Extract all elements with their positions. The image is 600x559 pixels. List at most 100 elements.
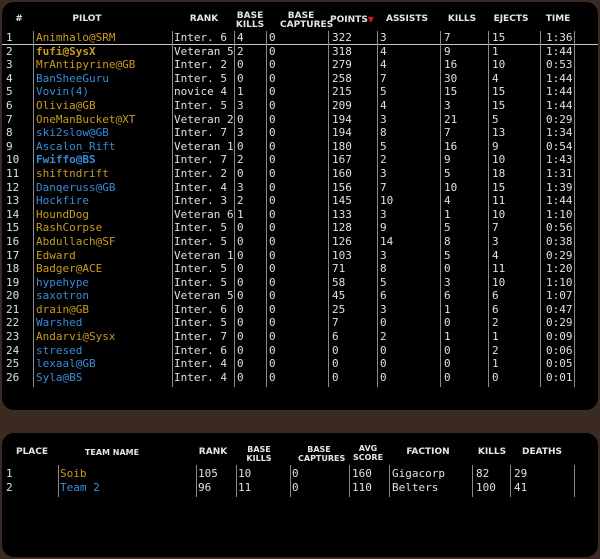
team-row[interactable]: 2 Team 2 96 11 0 110 Belters 100 41 [2,481,598,495]
column-divider [266,31,267,387]
header-rank[interactable]: RANK [182,15,226,24]
cell-time: 0:29 [546,316,573,330]
table-row[interactable]: 6 Olivia@GB Inter. 5 3 0 209 4 3 15 1:44 [2,99,598,113]
cell-assists: 9 [380,221,387,235]
table-row[interactable]: 17 Edward Veteran 1 0 0 103 3 5 4 0:29 [2,249,598,263]
table-row[interactable]: 21 drain@GB Inter. 6 0 0 25 3 1 6 0:47 [2,303,598,317]
table-row[interactable]: 24 stresed Inter. 6 0 0 0 0 0 2 0:06 [2,344,598,358]
cell-pilot: Ascalon_Rift [36,139,116,153]
cell-ejects: 5 [492,112,499,126]
table-row[interactable]: 15 RashCorpse Inter. 5 0 0 128 9 5 7 0:56 [2,221,598,235]
cell-kills: 4 [444,194,451,208]
header-deaths[interactable]: DEATHS [518,448,566,457]
header-place[interactable]: PLACE [10,448,54,457]
cell-bk: 0 [237,221,244,235]
cell-pilot: RashCorpse [36,221,103,235]
cell-points: 0 [332,357,339,371]
header-team-name[interactable]: TEAM NAME [80,448,144,457]
cell-ejects: 15 [492,98,506,112]
table-row[interactable]: 7 OneManBucket@XT Veteran 2 0 0 194 3 21 5 0:29 [2,113,598,127]
cell-bc: 0 [292,467,299,480]
cell-points: 7 [332,316,339,330]
cell-time: 1:20 [546,262,573,276]
table-row[interactable]: 23 Andarvi@Sysx Inter. 7 0 0 6 2 1 1 0:09 [2,330,598,344]
table-row[interactable]: 20 saxotron Veteran 5 0 0 45 6 6 6 1:07 [2,289,598,303]
table-row[interactable]: 25 lexaal@GB Inter. 4 0 0 0 0 0 1 0:05 [2,357,598,371]
header-time[interactable]: TIME [540,15,576,24]
cell-assists: 4 [380,98,387,112]
table-row[interactable]: 8 ski2slow@GB Inter. 7 3 0 194 8 7 13 1:34 [2,126,598,140]
pilot-scoreboard: # PILOT RANK BASE KILLS BASE CAPTURES PO… [2,2,598,410]
cell-pilot: Olivia@GB [36,98,96,112]
header-assists[interactable]: ASSISTS [382,15,432,24]
table-row[interactable]: 18 Badger@ACE Inter. 5 0 0 71 8 0 11 1:20 [2,262,598,276]
cell-rank: Inter. 6 [174,302,227,316]
cell-kills: 3 [444,275,451,289]
cell-place: 2 [6,480,13,494]
table-row[interactable]: 10 Fwiffo@BS Inter. 7 2 0 167 2 9 10 1:43 [2,153,598,167]
header-team-kills[interactable]: KILLS [474,448,510,457]
column-divider [172,31,173,387]
header-faction[interactable]: FACTION [400,448,456,457]
header-num[interactable]: # [13,15,25,24]
header-team-rank[interactable]: RANK [196,448,230,457]
cell-time: 0:47 [546,302,573,316]
header-ejects[interactable]: EJECTS [490,15,532,24]
cell-points: 145 [332,194,352,208]
cell-kills: 0 [444,262,451,276]
table-row[interactable]: 1 Animhalo@SRM Inter. 6 4 0 322 3 7 15 1:36 [2,31,598,45]
cell-ejects: 2 [492,343,499,357]
column-divider [472,465,473,497]
cell-bk: 0 [237,262,244,276]
table-row[interactable]: 4 BanSheeGuru Inter. 5 0 0 258 7 30 4 1:44 [2,72,598,86]
table-row[interactable]: 12 Danqeruss@GB Inter. 4 3 0 156 7 10 15 1:39 [2,181,598,195]
table-row[interactable]: 5 Vovin(4) novice 4 1 0 215 5 15 15 1:44 [2,85,598,99]
cell-num: 1 [6,31,13,44]
table-row[interactable]: 16 Abdullach@SF Inter. 5 0 0 126 14 8 3 0:38 [2,235,598,249]
cell-assists: 3 [380,31,387,44]
header-base-kills[interactable]: BASE KILLS [234,12,266,30]
cell-kills: 8 [444,234,451,248]
cell-assists: 5 [380,85,387,99]
header-team-base-captures[interactable]: BASE CAPTURES [298,445,345,463]
cell-assists: 0 [380,370,387,384]
header-pilot[interactable]: PILOT [52,15,122,24]
table-row[interactable]: 22 Warshed Inter. 5 0 0 7 0 0 2 0:29 [2,316,598,330]
table-row[interactable]: 9 Ascalon_Rift Veteran 1 0 0 180 5 16 9 0:54 [2,140,598,154]
table-row[interactable]: 3 MrAntipyrine@GB Inter. 2 0 0 279 4 16 10 0:53 [2,58,598,72]
cell-bk: 1 [237,207,244,221]
table-row[interactable]: 26 Syla@BS Inter. 4 0 0 0 0 0 0 0:01 [2,371,598,385]
cell-bk: 10 [238,467,252,480]
cell-rank: Inter. 4 [174,180,227,194]
cell-rank: Inter. 4 [174,370,227,384]
cell-time: 0:09 [546,330,573,344]
table-row[interactable]: 19 hypehype Inter. 5 0 0 58 5 3 10 1:10 [2,276,598,290]
header-team-base-kills[interactable]: BASE KILLS [244,445,274,463]
cell-pilot: hypehype [36,275,89,289]
cell-num: 19 [6,275,20,289]
cell-num: 24 [6,343,20,357]
header-avg-score[interactable]: AVG SCORE [352,444,384,462]
header-kills[interactable]: KILLS [444,15,480,24]
team-row[interactable]: 1 Soib 105 10 0 160 Gigacorp 82 29 [2,467,598,481]
cell-pilot: ski2slow@GB [36,126,109,140]
cell-points: 45 [332,289,346,303]
cell-bc: 0 [269,166,276,180]
cell-time: 1:34 [546,126,573,140]
cell-rank: 96 [198,480,212,494]
cell-num: 16 [6,234,20,248]
cell-pilot: Andarvi@Sysx [36,330,116,344]
cell-time: 1:44 [546,194,573,208]
table-row[interactable]: 14 HoundDog Veteran 6 1 0 133 3 1 10 1:10 [2,208,598,222]
cell-pilot: saxotron [36,289,89,303]
header-base-captures[interactable]: BASE CAPTURES [280,12,333,30]
cell-ejects: 7 [492,221,499,235]
table-row[interactable]: 11 shiftndrift Inter. 2 0 0 160 3 5 18 1:31 [2,167,598,181]
header-points[interactable]: POINTS▼ [328,15,376,25]
cell-time: 0:56 [546,221,573,235]
cell-time: 0:05 [546,357,573,371]
table-row[interactable]: 2 fufi@SysX Veteran 5 2 0 318 4 9 1 1:44 [2,45,598,59]
cell-assists: 7 [380,180,387,194]
table-row[interactable]: 13 Hockfire Inter. 3 2 0 145 10 4 11 1:44 [2,194,598,208]
cell-assists: 4 [380,44,387,58]
